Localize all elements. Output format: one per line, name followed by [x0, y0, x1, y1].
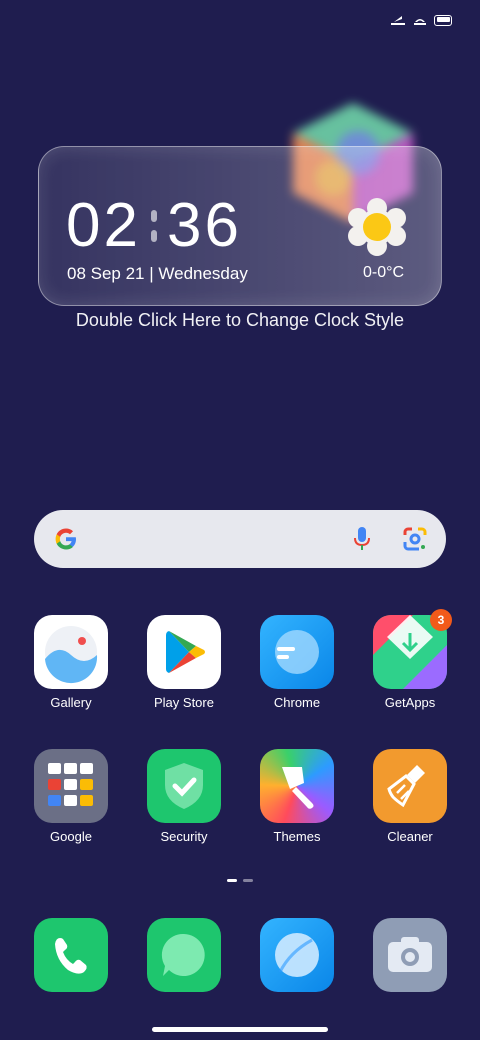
app-label: Google: [50, 829, 92, 844]
notification-badge: 3: [430, 609, 452, 631]
app-label: Themes: [273, 829, 321, 844]
page-dot: [243, 879, 253, 882]
broom-icon: [373, 749, 447, 823]
clock-date: 08 Sep 21 | Wednesday: [67, 264, 248, 283]
app-themes[interactable]: Themes: [249, 749, 345, 844]
google-g-icon: [55, 528, 76, 550]
globe-icon: [275, 933, 319, 977]
app-play-store[interactable]: Play Store: [136, 615, 232, 710]
app-label: Play Store: [154, 695, 214, 710]
dock-phone[interactable]: [34, 918, 108, 992]
play-store-icon: [147, 615, 221, 689]
mic-icon[interactable]: [350, 525, 374, 553]
lens-icon[interactable]: [402, 526, 428, 552]
dock-camera[interactable]: [373, 918, 447, 992]
clock-style-hint[interactable]: Double Click Here to Change Clock Style: [0, 310, 480, 331]
app-label: Gallery: [50, 695, 92, 710]
network-icon: [391, 16, 405, 25]
camera-icon: [388, 937, 432, 972]
clock-time: 02 36: [66, 190, 242, 261]
app-label: GetApps: [384, 695, 436, 710]
app-getapps[interactable]: 3 GetApps: [362, 609, 458, 710]
phone-icon: [55, 938, 87, 974]
page-dot-active: [227, 879, 237, 882]
messages-icon: [161, 933, 205, 976]
app-cleaner[interactable]: Cleaner: [362, 749, 458, 844]
browser-icon: [260, 615, 334, 689]
app-label: Chrome: [273, 695, 321, 710]
page-indicator: [227, 879, 253, 882]
app-google-folder[interactable]: Google: [23, 749, 119, 844]
sunny-icon: [348, 198, 406, 256]
clock-hours: 02: [66, 191, 141, 260]
app-gallery[interactable]: Gallery: [23, 615, 119, 710]
app-label: Cleaner: [387, 829, 433, 844]
clock-minutes: 36: [166, 191, 242, 260]
dock-browser[interactable]: [260, 918, 334, 992]
app-label: Security: [160, 829, 208, 844]
app-chrome[interactable]: Chrome: [249, 615, 345, 710]
clock-separator: [150, 209, 157, 242]
gallery-icon: [34, 615, 108, 689]
home-gesture-bar[interactable]: [152, 1027, 328, 1032]
google-search-bar[interactable]: [34, 510, 446, 568]
shield-icon: [147, 749, 221, 823]
wifi-icon: [414, 19, 426, 25]
battery-icon: [434, 14, 452, 26]
app-security[interactable]: Security: [136, 749, 232, 844]
brush-icon: [260, 749, 334, 823]
status-bar: [390, 14, 452, 26]
folder-icon: [34, 749, 108, 823]
temperature-label: 0-0°C: [363, 264, 405, 281]
dock-messages[interactable]: [147, 918, 221, 992]
